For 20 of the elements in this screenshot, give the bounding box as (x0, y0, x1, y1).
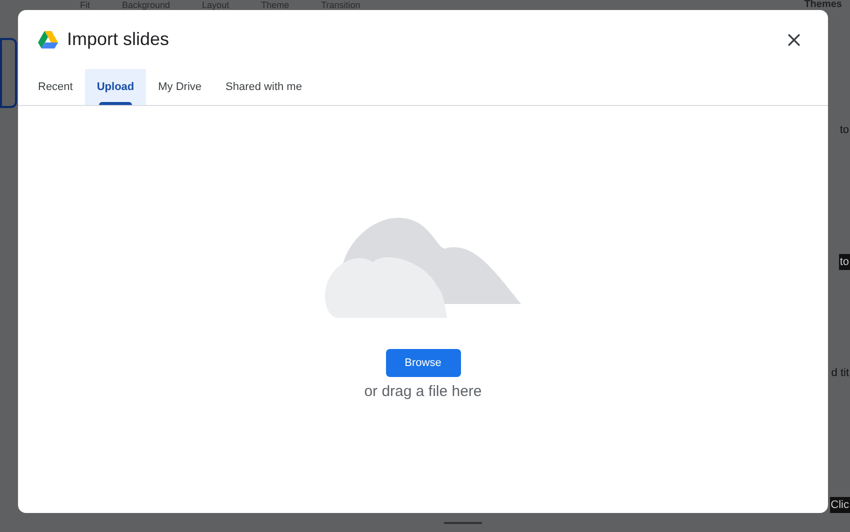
browse-button[interactable]: Browse (386, 349, 460, 377)
tab[interactable]: My Drive (146, 69, 214, 105)
toolbar-menu-item[interactable]: Layout (202, 0, 230, 10)
panel-text-fragment: d tit (830, 366, 850, 381)
drive-logo-icon (38, 30, 58, 48)
tab[interactable]: Shared with me (214, 69, 314, 105)
tab-indicator (98, 102, 132, 105)
tab[interactable]: Recent (26, 69, 85, 105)
tab[interactable]: Upload (84, 69, 146, 105)
toolbar-menu-item[interactable]: Theme (261, 0, 290, 10)
resize-handle[interactable] (444, 522, 482, 524)
toolbar-menu-item[interactable]: Background (122, 0, 170, 10)
themes-panel-title: Themes (804, 0, 842, 10)
drop-hint: or drag a file here (364, 382, 482, 402)
toolbar-menu-item[interactable]: Transition (321, 0, 360, 10)
slide-thumbnail[interactable] (0, 38, 17, 108)
panel-text-fragment: to (838, 123, 850, 138)
panel-text-fragment: to (838, 254, 850, 270)
dialog-title: Import slides (67, 28, 170, 51)
panel-text-fragment: Clic (830, 496, 850, 513)
